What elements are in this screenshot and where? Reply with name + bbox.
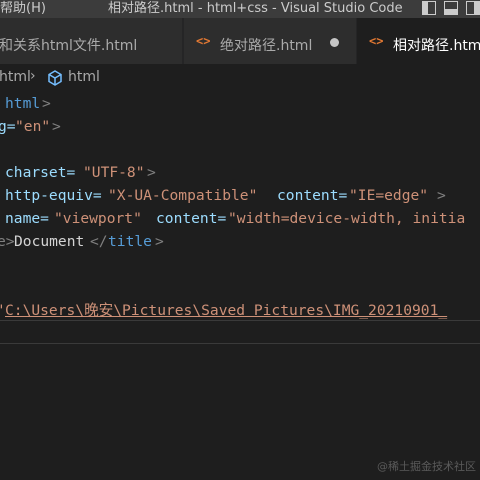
window-title: 相对路径.html - html+css - Visual Studio Cod… [108,1,403,16]
unsaved-dot-icon[interactable] [330,38,339,47]
code-string: "viewport" [54,210,142,227]
symbol-element-cube-icon [48,70,62,86]
breadcrumb-element[interactable]: html [68,69,100,85]
code-attr: content= [156,210,227,227]
toggle-secondary-sidebar-icon[interactable] [466,1,480,15]
title-bar: 帮助(H) 相对路径.html - html+css - Visual Stud… [0,0,480,18]
code-punct: > [155,233,164,250]
code-string: "width=device-width, initia [228,210,466,227]
chevron-right-icon: › [30,68,36,84]
breadcrumb-file[interactable]: html [0,69,31,85]
breadcrumb: html › html [0,64,480,92]
html-file-icon: <> [369,34,384,48]
code-tag: html [5,95,41,112]
current-line-highlight [0,320,480,344]
code-path-link[interactable]: C:\Users\晚安\Pictures\Saved Pictures\IMG_… [5,299,447,322]
code-editor[interactable]: html > g= "en" > charset= "UTF-8" > http-equi… [0,92,480,480]
tab-label: 和关系html文件.html [0,38,138,54]
code-attr: name= [5,210,49,227]
editor-tab-bar: 和关系html文件.html <> 绝对路径.html <> 相对路径.html [0,18,480,64]
layout-controls [418,1,480,17]
tab-label: 相对路径.html [393,38,480,54]
code-attr: content= [277,187,348,204]
code-string: "en" [15,118,51,135]
code-attr: charset= [5,164,76,181]
code-punct: </ [90,233,108,250]
code-attr: http-equiv= [5,187,102,204]
code-punct: > [147,164,156,181]
code-punct: > [52,118,61,135]
html-file-icon: <> [196,34,211,48]
code-string: "IE=edge" [349,187,429,204]
code-tag: title [108,233,152,250]
code-attr: g= [0,118,16,135]
menu-help[interactable]: 帮助(H) [0,0,46,16]
code-punct: > [42,95,51,112]
code-string: "X-UA-Compatible" [108,187,258,204]
code-text: Document [14,233,85,250]
tab-absolute-path[interactable]: <> 绝对路径.html [184,18,356,64]
code-punct: e> [0,233,15,250]
toggle-primary-sidebar-icon[interactable] [422,1,436,15]
watermark: @稀土掘金技术社区 [377,460,476,473]
code-string: "UTF-8" [83,164,145,181]
tab-label: 绝对路径.html [220,38,313,54]
tab-relative-path[interactable]: <> 相对路径.html [357,18,480,64]
tab-html-file[interactable]: 和关系html文件.html [0,18,183,64]
code-punct: > [437,187,446,204]
toggle-panel-icon[interactable] [444,1,458,15]
